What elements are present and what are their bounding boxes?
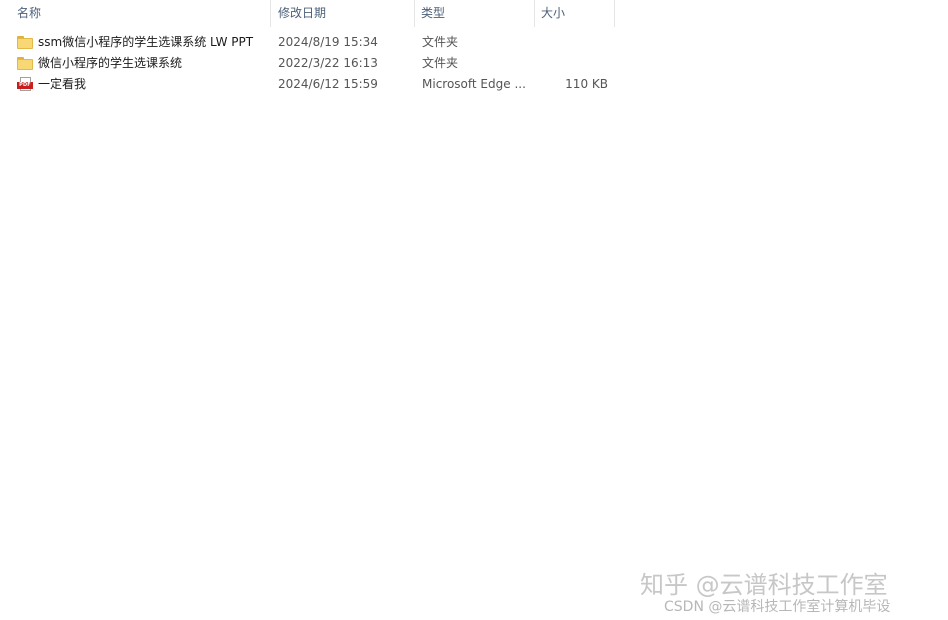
file-list: ssm微信小程序的学生选课系统 LW PPT 2024/8/19 15:34 文… [0,32,616,95]
file-date: 2022/3/22 16:13 [278,56,378,70]
file-row[interactable]: 微信小程序的学生选课系统 2022/3/22 16:13 文件夹 [0,53,616,74]
sort-ascending-icon: ^ [148,0,156,6]
file-date: 2024/6/12 15:59 [278,77,378,91]
file-name-cell: ssm微信小程序的学生选课系统 LW PPT [17,32,267,53]
file-name-cell: 微信小程序的学生选课系统 [17,53,267,74]
column-header-size[interactable]: 大小 [535,0,615,27]
column-header-bar: 名称 ^ 修改日期 类型 大小 [0,0,616,27]
file-type: 文件夹 [422,56,459,70]
file-row[interactable]: PDF 一定看我 2024/6/12 15:59 Microsoft Edge … [0,74,616,95]
pdf-icon: PDF [17,77,33,92]
folder-icon [17,36,33,49]
file-size [540,32,608,53]
column-header-size-label: 大小 [541,6,566,20]
file-date: 2024/8/19 15:34 [278,35,378,49]
file-explorer: 名称 ^ 修改日期 类型 大小 ssm微信小程序的学生选课系统 LW PPT 2… [0,0,948,620]
column-header-name[interactable]: 名称 ^ [11,0,271,27]
csdn-watermark: CSDN @云谱科技工作室计算机毕设 [664,599,891,615]
column-header-name-label: 名称 [17,6,42,20]
column-header-date-label: 修改日期 [278,6,327,20]
column-header-type-label: 类型 [421,6,446,20]
column-header-date[interactable]: 修改日期 [272,0,415,27]
file-row[interactable]: ssm微信小程序的学生选课系统 LW PPT 2024/8/19 15:34 文… [0,32,616,53]
zhihu-watermark: 知乎 @云谱科技工作室 [640,571,888,599]
file-name: 一定看我 [38,77,87,91]
file-name: ssm微信小程序的学生选课系统 LW PPT [38,35,254,49]
file-type: Microsoft Edge ... [422,77,526,91]
file-name: 微信小程序的学生选课系统 [38,56,183,70]
file-size: 110 KB [565,77,608,91]
pdf-badge: PDF [17,82,33,89]
column-header-type[interactable]: 类型 [415,0,535,27]
file-name-cell: PDF 一定看我 [17,74,267,95]
file-size [540,53,608,74]
folder-icon [17,57,33,70]
file-type: 文件夹 [422,35,459,49]
